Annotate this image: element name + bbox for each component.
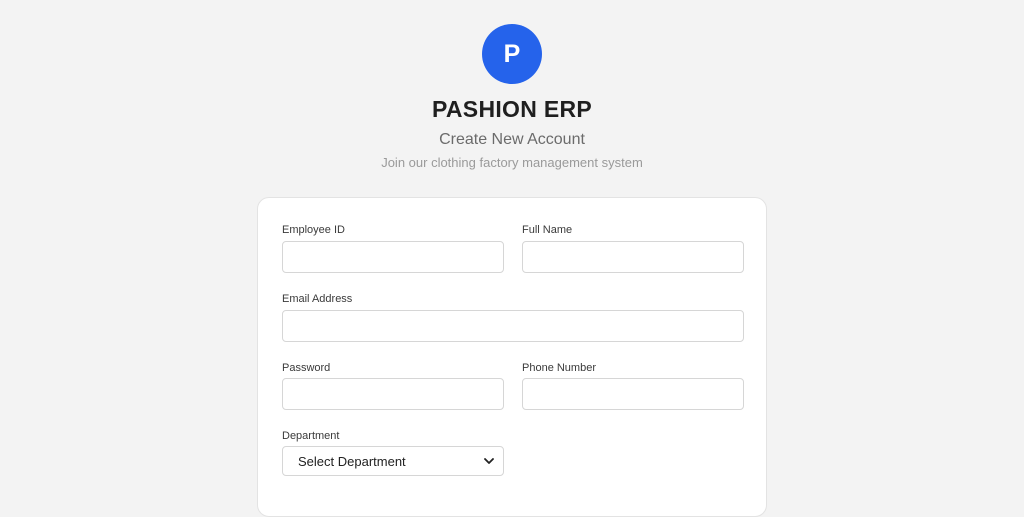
employee-id-input[interactable] [282,241,504,273]
department-label: Department [282,430,340,442]
phone-input[interactable] [522,378,744,410]
employee-id-label: Employee ID [282,224,345,236]
email-label: Email Address [282,293,353,305]
department-selected-value: Select Department [298,453,406,469]
full-name-input[interactable] [522,241,744,273]
logo: P [482,24,542,84]
app-title: PASHION ERP [431,96,593,122]
password-input[interactable] [282,378,504,410]
phone-label: Phone Number [522,362,596,374]
chevron-down-icon [483,455,495,467]
email-input[interactable] [282,310,744,342]
page-tagline: Join our clothing factory management sys… [381,155,643,170]
signup-form-card: Employee ID Full Name Email Address Pass… [257,197,767,517]
logo-letter: P [503,39,521,68]
department-select[interactable]: Select Department [282,446,504,476]
password-label: Password [282,362,331,374]
full-name-label: Full Name [522,224,573,236]
page-subtitle: Create New Account [439,131,585,148]
